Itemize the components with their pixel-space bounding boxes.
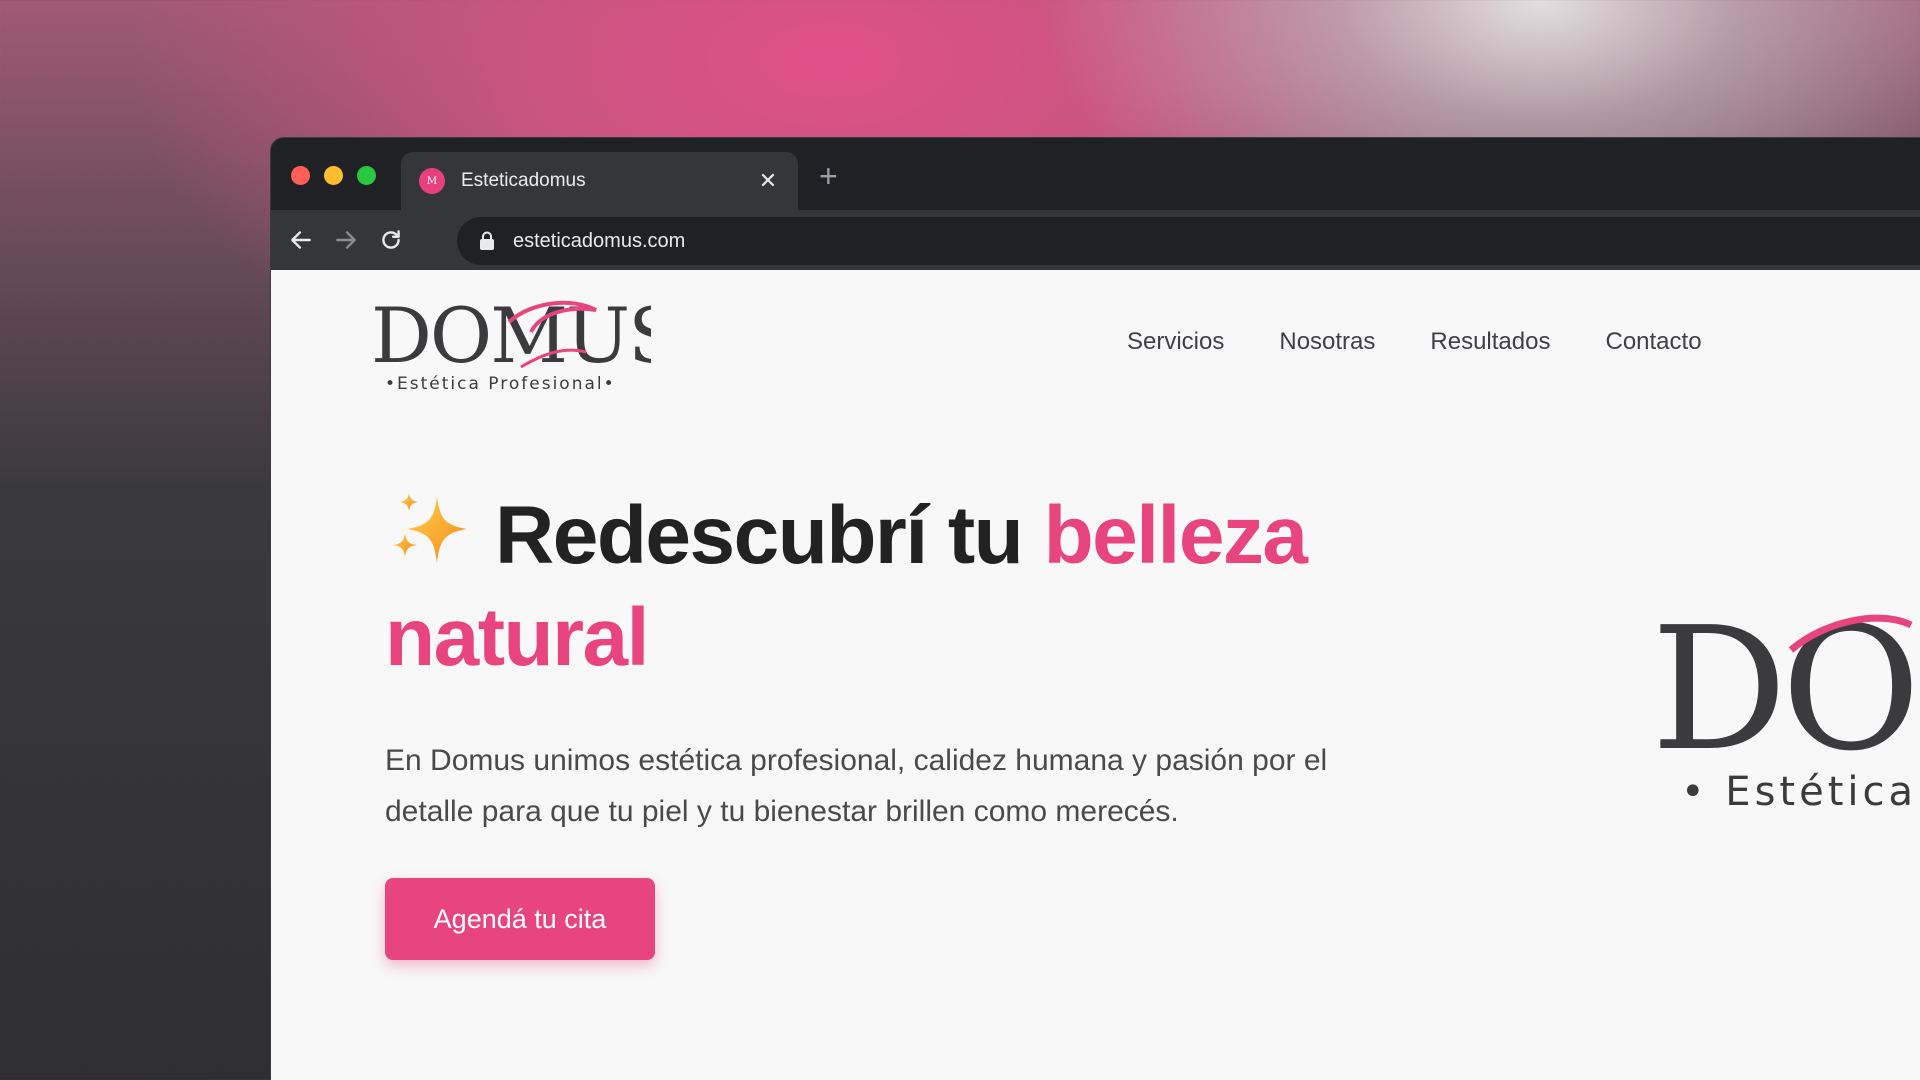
nav-link-nosotras[interactable]: Nosotras: [1279, 328, 1375, 356]
browser-toolbar: esteticadomus.com: [271, 210, 1920, 270]
nav-link-servicios[interactable]: Servicios: [1127, 328, 1224, 356]
domus-large-logo-graphic: DOMUS • Estética: [1651, 591, 1920, 815]
back-button[interactable]: [281, 220, 321, 260]
forward-button[interactable]: [326, 220, 366, 260]
favicon-letter: M: [426, 175, 438, 187]
web-page: DOMUS •Estética Profesional• Servicios N…: [271, 270, 1920, 1080]
hero-logo-image: DOMUS • Estética: [1651, 591, 1920, 830]
tab-title: Esteticadomus: [461, 170, 586, 191]
large-logo-tagline: • Estética: [1681, 769, 1917, 815]
sparkles-icon: [393, 493, 467, 563]
large-logo-wordmark: DOMUS: [1651, 600, 1920, 789]
new-tab-button[interactable]: +: [819, 158, 838, 195]
minimize-window-button[interactable]: [324, 166, 343, 185]
address-bar[interactable]: esteticadomus.com: [457, 217, 1920, 265]
nav-link-resultados[interactable]: Resultados: [1430, 328, 1550, 356]
hero-paragraph: En Domus unimos estética profesional, ca…: [385, 744, 1328, 828]
url-text[interactable]: esteticadomus.com: [513, 230, 685, 253]
back-arrow-icon: [291, 231, 311, 249]
site-logo[interactable]: DOMUS •Estética Profesional•: [371, 291, 680, 402]
maximize-window-button[interactable]: [357, 166, 376, 185]
reload-icon: [382, 230, 400, 249]
logo-wordmark: DOMUS: [371, 292, 651, 380]
domus-logo-graphic: DOMUS •Estética Profesional•: [371, 291, 680, 394]
book-appointment-button[interactable]: Agendá tu cita: [385, 878, 655, 960]
nav-link-contacto[interactable]: Contacto: [1605, 328, 1701, 356]
browser-tab[interactable]: M Esteticadomus ✕: [401, 152, 798, 210]
lock-icon: [480, 231, 494, 250]
forward-arrow-icon: [336, 231, 356, 249]
tab-bar: M Esteticadomus ✕ +: [271, 138, 1920, 210]
main-nav: Servicios Nosotras Resultados Contacto: [1127, 328, 1757, 356]
close-tab-icon[interactable]: ✕: [756, 168, 780, 194]
favicon-icon: M: [419, 168, 445, 194]
hero-title: Redescubrí tu belleza natural: [385, 485, 1385, 689]
reload-button[interactable]: [371, 220, 411, 260]
browser-window: M Esteticadomus ✕ + esteticadomus.com DO…: [270, 137, 1920, 1080]
hero-title-main: Redescubrí tu: [495, 490, 1044, 581]
close-window-button[interactable]: [291, 166, 310, 185]
window-controls: [291, 166, 376, 185]
logo-tagline: •Estética Profesional•: [385, 374, 616, 394]
